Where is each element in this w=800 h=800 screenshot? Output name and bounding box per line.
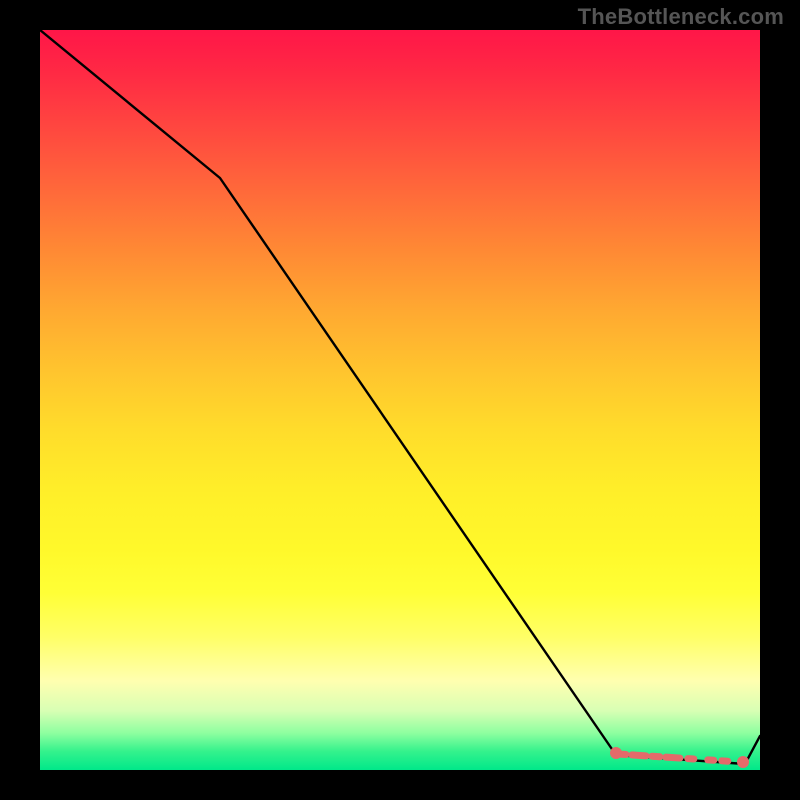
- highlight-start-dot: [610, 747, 622, 759]
- watermark-text: TheBottleneck.com: [578, 4, 784, 30]
- highlight-dash: [618, 754, 740, 762]
- main-line: [40, 30, 760, 764]
- chart-canvas: TheBottleneck.com: [0, 0, 800, 800]
- plot-area: [40, 30, 760, 770]
- highlight-end-dot: [737, 756, 749, 768]
- plot-svg: [40, 30, 760, 770]
